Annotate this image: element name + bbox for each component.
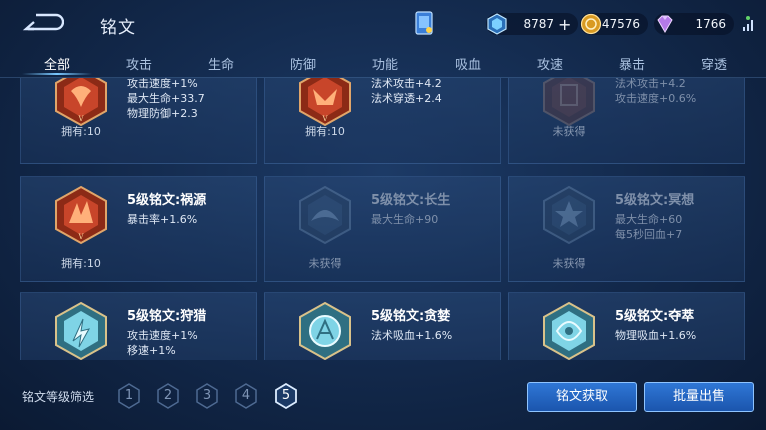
obtain-inscription-button[interactable]: 铭文获取 bbox=[527, 382, 637, 412]
level-filter-2[interactable]: 2 bbox=[157, 383, 179, 409]
owned-status: 未获得 bbox=[552, 257, 586, 270]
red-inscription-emblem-icon: V bbox=[55, 185, 107, 245]
gem-icon bbox=[487, 13, 507, 35]
red-inscription-emblem-icon: V bbox=[299, 78, 351, 127]
owned-count: 拥有:10 bbox=[305, 125, 345, 138]
header-bar: 铭文 8787 + 47576 1766 bbox=[0, 0, 766, 48]
level-filter-1[interactable]: 1 bbox=[118, 383, 140, 409]
gold-count: 47576 bbox=[601, 17, 640, 31]
diamond-icon bbox=[657, 15, 673, 33]
inscription-card[interactable]: 法术攻击+4.2 攻击速度+0.6% 未获得 bbox=[508, 78, 745, 164]
stat-line: 物理防御+2.3 bbox=[127, 107, 198, 120]
inscription-name: 5级铭文:夺萃 bbox=[615, 309, 695, 324]
stat-list: 最大生命+90 bbox=[371, 212, 438, 227]
stat-list: 法术攻击+4.2 法术穿透+2.4 bbox=[371, 78, 442, 106]
stat-list: 攻击速度+1% 最大生命+33.7 物理防御+2.3 bbox=[127, 78, 205, 121]
page-title: 铭文 bbox=[100, 18, 136, 38]
stat-line: 攻击速度+1% bbox=[127, 78, 198, 90]
inscription-card[interactable]: 5级铭文:冥想 最大生命+60 每5秒回血+7 未获得 bbox=[508, 176, 745, 282]
level-number: 3 bbox=[202, 388, 212, 403]
red-inscription-emblem-icon bbox=[543, 78, 595, 127]
inscription-card[interactable]: 5级铭文:长生 最大生命+90 未获得 bbox=[264, 176, 501, 282]
level-filter-5[interactable]: 5 bbox=[275, 383, 297, 409]
level-filter-label: 铭文等级筛选 bbox=[22, 390, 95, 404]
stat-line: 最大生命+90 bbox=[371, 213, 439, 226]
svg-text:V: V bbox=[77, 115, 84, 123]
gold-resource: 47576 bbox=[580, 13, 648, 35]
bulk-sell-button[interactable]: 批量出售 bbox=[644, 382, 754, 412]
inscription-name: 5级铭文:祸源 bbox=[127, 193, 207, 208]
category-tabs: 全部 攻击 生命 防御 功能 吸血 攻速 暴击 穿透 bbox=[0, 48, 766, 78]
stat-list: 物理吸血+1.6% bbox=[615, 328, 696, 343]
stat-line: 物理吸血+1.6% bbox=[615, 329, 697, 342]
inscription-card[interactable]: V 5级铭文:祸源 暴击率+1.6% 拥有:10 bbox=[20, 176, 257, 282]
diamond-count: 1766 bbox=[695, 17, 726, 31]
blue-inscription-emblem-icon bbox=[299, 185, 351, 245]
level-number: 2 bbox=[163, 388, 173, 403]
level-number: 4 bbox=[241, 388, 251, 403]
stat-line: 每5秒回血+7 bbox=[615, 228, 683, 241]
blue-inscription-emblem-icon bbox=[543, 185, 595, 245]
inscription-card[interactable]: V 法术攻击+4.2 法术穿透+2.4 拥有:10 bbox=[264, 78, 501, 164]
tab-crit[interactable]: 暴击 bbox=[619, 54, 645, 73]
add-gem-button[interactable]: + bbox=[558, 15, 571, 34]
cyan-inscription-emblem-icon bbox=[55, 301, 107, 360]
stat-line: 暴击率+1.6% bbox=[127, 213, 198, 226]
tab-utility[interactable]: 功能 bbox=[372, 54, 398, 73]
level-filter-4[interactable]: 4 bbox=[235, 383, 257, 409]
active-tab-indicator bbox=[22, 73, 92, 75]
inscription-card[interactable]: 5级铭文:夺萃 物理吸血+1.6% bbox=[508, 292, 745, 360]
level-number: 5 bbox=[281, 388, 291, 403]
stat-line: 攻击速度+0.6% bbox=[615, 92, 697, 105]
network-signal-icon bbox=[743, 16, 753, 31]
level-filter-3[interactable]: 3 bbox=[196, 383, 218, 409]
stat-line: 法术穿透+2.4 bbox=[371, 92, 442, 105]
inscription-card[interactable]: 5级铭文:狩猎 攻击速度+1% 移速+1% bbox=[20, 292, 257, 360]
inscription-name: 5级铭文:狩猎 bbox=[127, 309, 207, 324]
inscription-card[interactable]: 5级铭文:贪婪 法术吸血+1.6% bbox=[264, 292, 501, 360]
stat-line: 法术攻击+4.2 bbox=[615, 78, 686, 90]
tab-attack-speed[interactable]: 攻速 bbox=[537, 54, 563, 73]
tab-attack[interactable]: 攻击 bbox=[126, 54, 152, 73]
tab-penetration[interactable]: 穿透 bbox=[701, 54, 727, 73]
stat-line: 法术攻击+4.2 bbox=[371, 78, 442, 90]
inscription-card-icon[interactable] bbox=[414, 10, 434, 36]
diamond-resource: 1766 bbox=[654, 13, 734, 35]
inscription-card[interactable]: V 攻击速度+1% 最大生命+33.7 物理防御+2.3 拥有:10 bbox=[20, 78, 257, 164]
red-inscription-emblem-icon: V bbox=[55, 78, 107, 127]
owned-status: 未获得 bbox=[308, 257, 342, 270]
tab-all[interactable]: 全部 bbox=[44, 54, 70, 73]
stat-list: 攻击速度+1% 移速+1% bbox=[127, 328, 198, 358]
gem-resource: 8787 + bbox=[486, 13, 578, 35]
stat-list: 法术吸血+1.6% bbox=[371, 328, 452, 343]
stat-line: 最大生命+33.7 bbox=[127, 92, 205, 105]
inscription-grid: V 攻击速度+1% 最大生命+33.7 物理防御+2.3 拥有:10 V 法术攻… bbox=[0, 78, 766, 360]
inscription-name: 5级铭文:冥想 bbox=[615, 193, 695, 208]
tab-health[interactable]: 生命 bbox=[208, 54, 234, 73]
stat-list: 暴击率+1.6% bbox=[127, 212, 197, 227]
gem-count: 8787 bbox=[523, 17, 554, 31]
svg-text:V: V bbox=[321, 115, 328, 123]
tab-lifesteal[interactable]: 吸血 bbox=[455, 54, 481, 73]
level-number: 1 bbox=[124, 388, 134, 403]
stat-line: 攻击速度+1% bbox=[127, 329, 198, 342]
stat-list: 法术攻击+4.2 攻击速度+0.6% bbox=[615, 78, 696, 106]
stat-line: 最大生命+60 bbox=[615, 213, 683, 226]
inscription-name: 5级铭文:长生 bbox=[371, 193, 451, 208]
owned-count: 拥有:10 bbox=[61, 125, 101, 138]
back-arrow-icon[interactable] bbox=[22, 12, 64, 32]
cyan-inscription-emblem-icon bbox=[299, 301, 351, 360]
tab-defense[interactable]: 防御 bbox=[290, 54, 316, 73]
inscription-name: 5级铭文:贪婪 bbox=[371, 309, 451, 324]
svg-text:V: V bbox=[77, 233, 84, 241]
owned-count: 拥有:10 bbox=[61, 257, 101, 270]
stat-line: 法术吸血+1.6% bbox=[371, 329, 453, 342]
cyan-inscription-emblem-icon bbox=[543, 301, 595, 360]
owned-status: 未获得 bbox=[552, 125, 586, 138]
stat-list: 最大生命+60 每5秒回血+7 bbox=[615, 212, 682, 242]
stat-line: 移速+1% bbox=[127, 344, 176, 357]
gold-coin-icon bbox=[580, 13, 602, 35]
